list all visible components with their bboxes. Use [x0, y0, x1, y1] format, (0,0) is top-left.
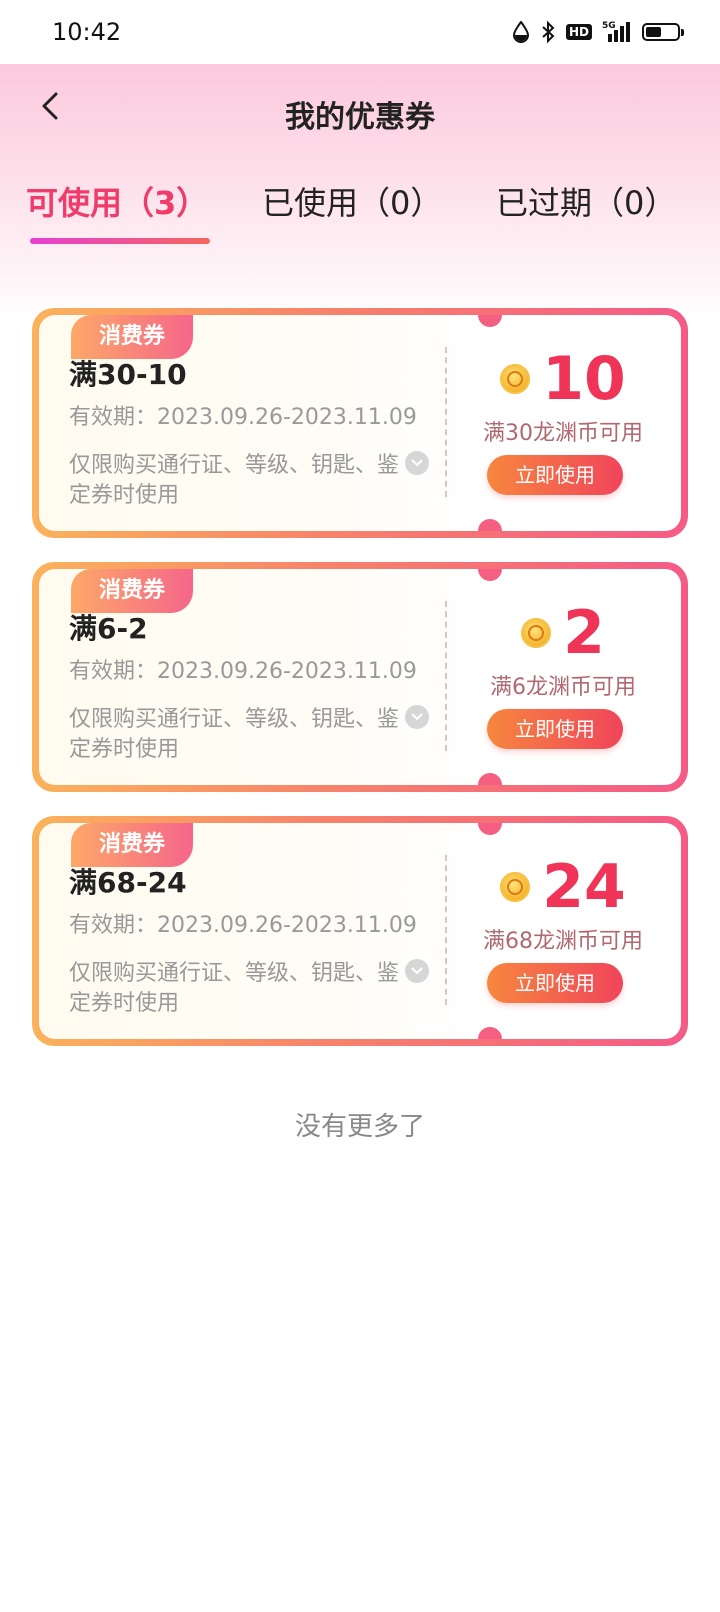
coupon-notch-bottom: [478, 773, 502, 785]
coupon-name: 满68-24: [69, 866, 187, 899]
drop-icon: [512, 21, 530, 43]
coupon-restriction: 仅限购买通行证、等级、钥匙、鉴定券时使用: [69, 707, 400, 762]
coin-icon: [521, 618, 552, 648]
chevron-down-icon[interactable]: [405, 451, 429, 475]
tab-expired[interactable]: 已过期（0）: [496, 178, 676, 224]
coupon-amount: 10: [542, 344, 626, 414]
status-bar: 10:42 HD 5G: [0, 0, 720, 64]
coupon-validity: 有效期：2023.09.26-2023.11.09: [69, 659, 417, 684]
coupon-condition: 满30龙渊币可用: [483, 421, 643, 446]
hd-icon: HD: [565, 24, 592, 40]
use-now-button[interactable]: 立即使用: [487, 963, 623, 1003]
battery-fill: [646, 27, 661, 37]
coupon-condition: 满6龙渊币可用: [490, 675, 636, 700]
tab-available[interactable]: 可使用（3）: [26, 178, 208, 224]
coupon-validity: 有效期：2023.09.26-2023.11.09: [69, 913, 417, 938]
coupon-restriction: 仅限购买通行证、等级、钥匙、鉴定券时使用: [69, 961, 400, 1016]
use-now-button[interactable]: 立即使用: [487, 709, 623, 749]
no-more-text: 没有更多了: [294, 1112, 425, 1142]
coupon-body: 消费券 满30-10 有效期：2023.09.26-2023.11.09 仅限购…: [39, 315, 681, 531]
coin-icon: [500, 364, 531, 394]
coupon-card: 消费券 满30-10 有效期：2023.09.26-2023.11.09 仅限购…: [32, 308, 688, 538]
coupon-amount: 24: [542, 852, 626, 922]
coin-icon: [500, 872, 531, 902]
coupon-card: 消费券 满68-24 有效期：2023.09.26-2023.11.09 仅限购…: [32, 816, 688, 1046]
coupon-notch-bottom: [478, 519, 502, 531]
coupon-validity: 有效期：2023.09.26-2023.11.09: [69, 405, 417, 430]
coupon-card: 消费券 满6-2 有效期：2023.09.26-2023.11.09 仅限购买通…: [32, 562, 688, 792]
tab-indicator: [30, 238, 210, 244]
bluetooth-icon: [540, 20, 556, 44]
coupon-notch-top: [478, 823, 502, 835]
coupon-body: 消费券 满6-2 有效期：2023.09.26-2023.11.09 仅限购买通…: [39, 569, 681, 785]
coupon-restriction: 仅限购买通行证、等级、钥匙、鉴定券时使用: [69, 453, 400, 508]
use-now-button[interactable]: 立即使用: [487, 455, 623, 495]
coupon-notch-top: [478, 315, 502, 327]
coupon-amount-row: 2: [445, 599, 681, 667]
status-time: 10:42: [52, 18, 122, 46]
coupon-condition: 满68龙渊币可用: [483, 929, 643, 954]
tab-used[interactable]: 已使用（0）: [262, 178, 442, 224]
coupon-notch-top: [478, 569, 502, 581]
battery-icon: [642, 23, 684, 41]
coupon-name: 满6-2: [69, 612, 148, 645]
network-label: 5G: [602, 21, 616, 31]
coupon-name: 满30-10: [69, 358, 187, 391]
coupon-notch-bottom: [478, 1027, 502, 1039]
coupon-amount: 2: [563, 598, 605, 668]
signal-icon: 5G: [602, 20, 632, 44]
coupon-body: 消费券 满68-24 有效期：2023.09.26-2023.11.09 仅限购…: [39, 823, 681, 1039]
chevron-down-icon[interactable]: [405, 705, 429, 729]
coupon-amount-row: 24: [445, 853, 681, 921]
page-title: 我的优惠券: [285, 100, 435, 135]
status-icons: HD 5G: [512, 16, 684, 48]
coupon-amount-row: 10: [445, 345, 681, 413]
chevron-down-icon[interactable]: [405, 959, 429, 983]
